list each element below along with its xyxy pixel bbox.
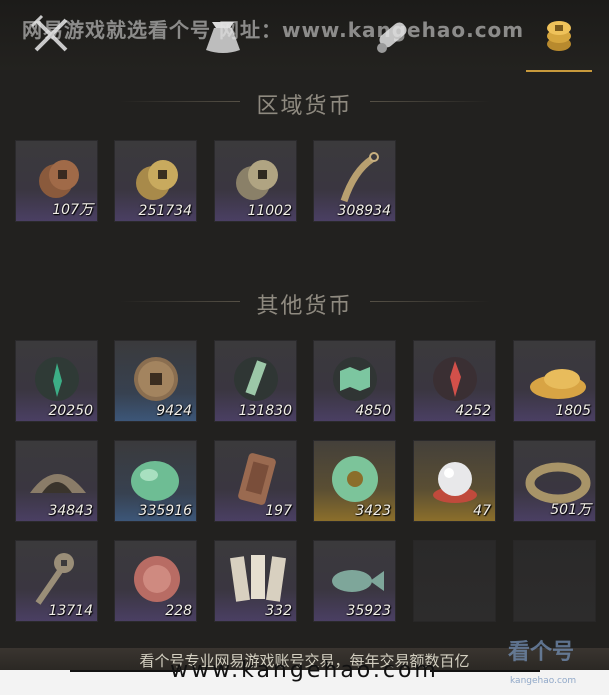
site-logo-subtitle: kangehao.com <box>510 676 577 686</box>
currency-slot[interactable]: 107万 <box>15 140 98 222</box>
currency-quantity: 197 <box>265 503 292 519</box>
currency-quantity: 34843 <box>48 503 93 519</box>
currency-quantity: 13714 <box>48 603 93 619</box>
currency-slot[interactable]: 4850 <box>313 340 396 422</box>
currency-quantity: 308934 <box>337 203 391 219</box>
currency-quantity: 501万 <box>550 502 591 518</box>
currency-quantity: 3423 <box>355 503 391 519</box>
currency-quantity: 1805 <box>555 403 591 419</box>
coin-stack-icon <box>547 21 571 51</box>
currency-slot[interactable]: 3423 <box>313 440 396 522</box>
currency-slot[interactable]: 11002 <box>214 140 297 222</box>
currency-quantity: 35923 <box>346 603 391 619</box>
currency-quantity: 107万 <box>52 202 93 218</box>
currency-quantity: 251734 <box>138 203 192 219</box>
currency-slot[interactable]: 308934 <box>313 140 396 222</box>
currency-slot[interactable]: 251734 <box>114 140 197 222</box>
currency-slot[interactable]: 335916 <box>114 440 197 522</box>
currency-slot[interactable]: 332 <box>214 540 297 622</box>
currency-quantity: 47 <box>473 503 491 519</box>
currency-slot[interactable]: 34843 <box>15 440 98 522</box>
currency-slot[interactable]: 4252 <box>413 340 496 422</box>
currency-quantity: 335916 <box>138 503 192 519</box>
currency-slot[interactable]: 35923 <box>313 540 396 622</box>
currency-quantity: 4850 <box>355 403 391 419</box>
section-title-other: 其他货币 <box>256 294 353 319</box>
currency-quantity: 332 <box>265 603 292 619</box>
currency-slot[interactable]: 197 <box>214 440 297 522</box>
currency-slot[interactable]: 1805 <box>513 340 596 422</box>
tab-currency[interactable] <box>526 12 592 72</box>
currency-quantity: 11002 <box>247 203 292 219</box>
currency-slot[interactable]: 501万 <box>513 440 596 522</box>
currency-quantity: 228 <box>165 603 192 619</box>
currency-quantity: 9424 <box>156 403 192 419</box>
currency-quantity: 131830 <box>238 403 292 419</box>
currency-slot[interactable]: 131830 <box>214 340 297 422</box>
currency-slot[interactable]: 13714 <box>15 540 98 622</box>
currency-slot[interactable]: 9424 <box>114 340 197 422</box>
currency-quantity: 20250 <box>48 403 93 419</box>
currency-slot[interactable]: 47 <box>413 440 496 522</box>
watermark-text: 网易游戏就选看个号 网址：www.kangehao.com <box>22 18 525 42</box>
currency-slot[interactable]: 228 <box>114 540 197 622</box>
section-title-regional: 区域货币 <box>256 94 353 119</box>
empty-slot <box>413 540 496 622</box>
site-logo: 看个号 <box>508 640 575 665</box>
currency-quantity: 4252 <box>455 403 491 419</box>
empty-slot <box>513 540 596 622</box>
currency-slot[interactable]: 20250 <box>15 340 98 422</box>
